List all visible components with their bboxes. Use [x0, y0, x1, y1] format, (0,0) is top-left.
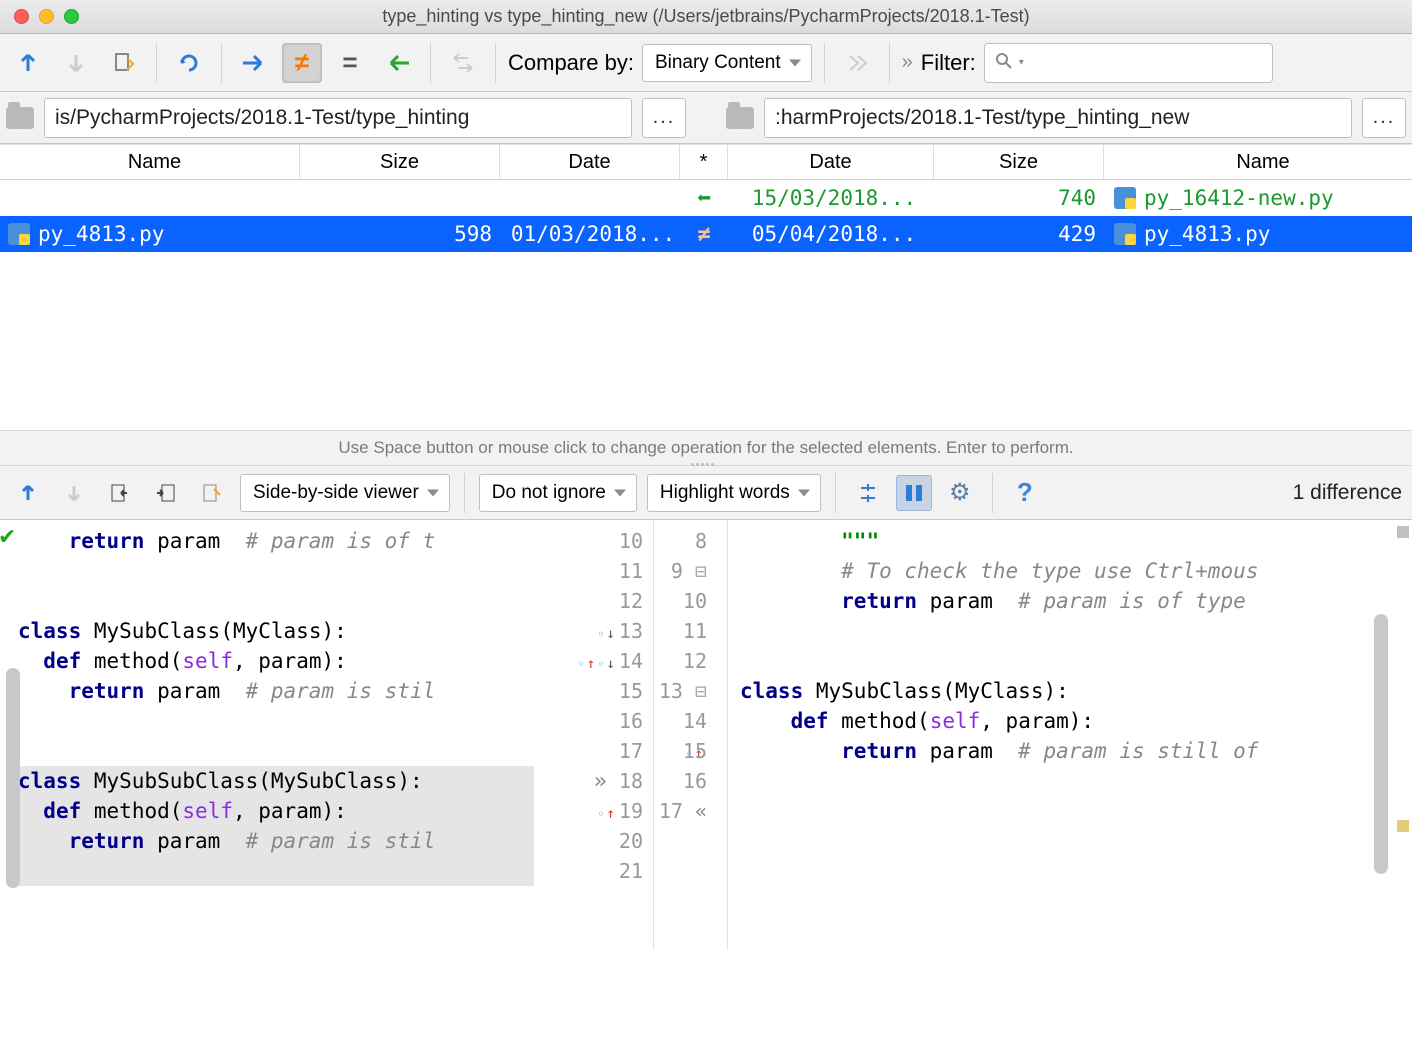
edit-source-button[interactable]	[104, 43, 144, 83]
table-row[interactable]: py_4813.py59801/03/2018...≠05/04/2018...…	[0, 216, 1412, 252]
browse-left-button[interactable]: ...	[642, 98, 686, 138]
arrow-left-icon: ⬅	[697, 184, 711, 212]
resize-grip-icon[interactable]	[691, 463, 721, 469]
python-file-icon	[8, 223, 30, 245]
next-diff-button[interactable]	[56, 43, 96, 83]
gutter-left: 101112◦↓13◦↑ ◦↓14151617» 18◦↑192021	[534, 520, 654, 950]
expand-all-button[interactable]	[837, 43, 877, 83]
col-date-left[interactable]: Date	[500, 145, 680, 179]
compare-by-select[interactable]: Binary Content	[642, 44, 812, 82]
table-row[interactable]: ⬅15/03/2018...740py_16412-new.py	[0, 180, 1412, 216]
difference-count: 1 difference	[1293, 481, 1402, 505]
show-diff-button[interactable]: ≠	[282, 43, 322, 83]
diff-right-pane[interactable]: """ # To check the type use Ctrl+mous re…	[728, 520, 1412, 950]
highlight-mode-select[interactable]: Highlight words	[647, 474, 821, 512]
code-line: def method(self, param):	[740, 706, 1412, 736]
copy-left-button[interactable]	[378, 43, 418, 83]
code-line	[740, 796, 1412, 826]
help-icon: ?	[1017, 477, 1033, 508]
minimize-window-button[interactable]	[39, 9, 54, 24]
col-size-right[interactable]: Size	[934, 145, 1104, 179]
diff-toolbar: Side-by-side viewer Do not ignore Highli…	[0, 466, 1412, 520]
search-icon	[995, 52, 1013, 74]
col-name-right[interactable]: Name	[1104, 145, 1412, 179]
path-row: is/PycharmProjects/2018.1-Test/type_hint…	[0, 92, 1412, 144]
code-line: return param # param is of type	[740, 586, 1412, 616]
scrollbar-left[interactable]	[6, 668, 20, 888]
col-size-left[interactable]: Size	[300, 145, 500, 179]
col-name-left[interactable]: Name	[0, 145, 300, 179]
code-line: """	[740, 526, 1412, 556]
code-line: return param # param is still of	[740, 736, 1412, 766]
edit-left-button[interactable]	[194, 475, 230, 511]
scrollbar-right[interactable]	[1374, 614, 1388, 874]
viewer-mode-select[interactable]: Side-by-side viewer	[240, 474, 450, 512]
folder-icon	[726, 107, 754, 129]
jump-to-right-button[interactable]	[148, 475, 184, 511]
code-line: return param # param is of t	[18, 526, 534, 556]
dropdown-icon: ▾	[1019, 57, 1024, 68]
code-line: class MySubClass(MyClass):	[18, 616, 534, 646]
diff-left-pane[interactable]: return param # param is of t class MySubC…	[0, 520, 534, 950]
browse-right-button[interactable]: ...	[1362, 98, 1406, 138]
filter-input[interactable]	[1030, 52, 1262, 73]
jump-to-left-button[interactable]	[102, 475, 138, 511]
diff-area: ✔ return param # param is of tclass MySu…	[0, 520, 1412, 950]
filter-searchbox[interactable]: ▾	[984, 43, 1273, 83]
python-file-icon	[1114, 223, 1136, 245]
left-path-field[interactable]: is/PycharmProjects/2018.1-Test/type_hint…	[44, 98, 632, 138]
settings-button[interactable]: ⚙	[942, 475, 978, 511]
folder-icon	[6, 107, 34, 129]
zoom-window-button[interactable]	[64, 9, 79, 24]
code-line: class MySubSubClass(MySubClass):	[18, 766, 534, 796]
ignore-mode-select[interactable]: Do not ignore	[479, 474, 637, 512]
window-controls	[14, 9, 79, 24]
col-date-right[interactable]: Date	[728, 145, 934, 179]
swap-sides-button[interactable]	[443, 43, 483, 83]
close-window-button[interactable]	[14, 9, 29, 24]
sync-scroll-button[interactable]	[896, 475, 932, 511]
code-line	[18, 706, 534, 736]
compare-toolbar: ≠ = Compare by: Binary Content » Filter:…	[0, 34, 1412, 92]
code-line	[18, 556, 534, 586]
right-path-field[interactable]: :harmProjects/2018.1-Test/type_hinting_n…	[764, 98, 1352, 138]
file-table-header: Name Size Date * Date Size Name	[0, 144, 1412, 180]
hint-text: Use Space button or mouse click to chang…	[338, 438, 1073, 458]
code-line	[740, 646, 1412, 676]
code-line: def method(self, param):	[18, 796, 534, 826]
window-title: type_hinting vs type_hinting_new (/Users…	[0, 6, 1412, 27]
help-button[interactable]: ?	[1007, 475, 1043, 511]
code-line: return param # param is stil	[18, 826, 534, 856]
chevron-right-icon: »	[902, 51, 913, 74]
marker-strip[interactable]	[1394, 520, 1412, 950]
show-equal-button[interactable]: =	[330, 43, 370, 83]
code-line	[18, 856, 534, 886]
prev-diff-button[interactable]	[8, 43, 48, 83]
gutter-right: 89 ⊟ 10111213 ⊟ 14 ◦↑151617 «	[654, 520, 728, 950]
code-line: def method(self, param):	[18, 646, 534, 676]
hint-bar: Use Space button or mouse click to chang…	[0, 430, 1412, 466]
col-status[interactable]: *	[680, 145, 728, 179]
not-equal-icon: ≠	[697, 222, 710, 247]
next-difference-button[interactable]	[56, 475, 92, 511]
code-line	[740, 766, 1412, 796]
refresh-button[interactable]	[169, 43, 209, 83]
code-line	[18, 736, 534, 766]
python-file-icon	[1114, 187, 1136, 209]
code-line	[740, 616, 1412, 646]
filter-label: Filter:	[921, 50, 976, 76]
code-line	[18, 586, 534, 616]
collapse-unchanged-button[interactable]	[850, 475, 886, 511]
code-line: # To check the type use Ctrl+mous	[740, 556, 1412, 586]
title-bar: type_hinting vs type_hinting_new (/Users…	[0, 0, 1412, 34]
code-line: return param # param is stil	[18, 676, 534, 706]
copy-right-button[interactable]	[234, 43, 274, 83]
prev-difference-button[interactable]	[10, 475, 46, 511]
code-line: class MySubClass(MyClass):	[740, 676, 1412, 706]
compare-by-label: Compare by:	[508, 50, 634, 76]
gear-icon: ⚙	[949, 478, 971, 507]
file-table: ⬅15/03/2018...740py_16412-new.pypy_4813.…	[0, 180, 1412, 430]
